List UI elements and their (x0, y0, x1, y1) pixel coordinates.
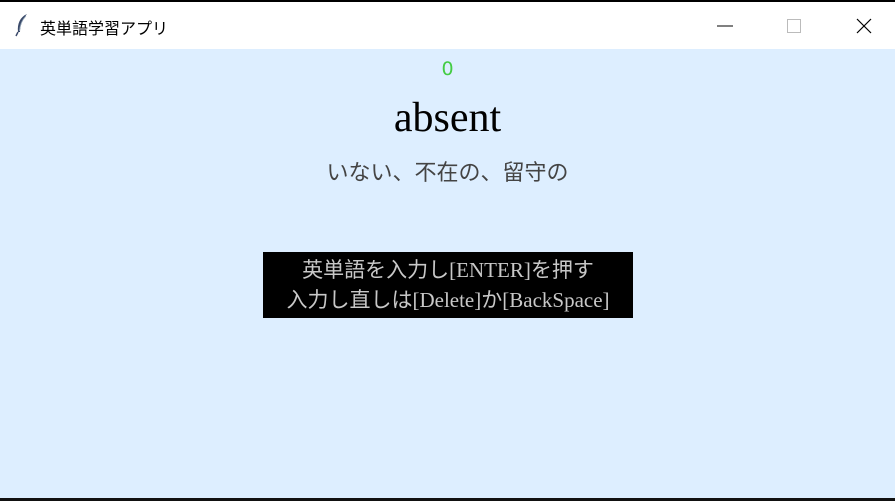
minimize-button[interactable] (702, 2, 748, 49)
maximize-button[interactable] (771, 2, 817, 49)
close-icon (856, 18, 872, 33)
feather-icon (15, 14, 27, 37)
title-bar[interactable]: 英単語学習アプリ (0, 2, 895, 49)
instruction-box: 英単語を入力し[ENTER]を押す 入力し直しは[Delete]か[BackSp… (263, 252, 633, 318)
english-word: absent (393, 95, 502, 141)
maximize-icon (787, 18, 801, 33)
instruction-line-1: 英単語を入力し[ENTER]を押す (302, 258, 594, 282)
window-title: 英単語学習アプリ (40, 19, 169, 38)
app-window: 英単語学習アプリ 0 absent いない、不在の、留守の 英単語を入力し[EN… (0, 2, 895, 498)
close-button[interactable] (841, 2, 887, 49)
quiz-area: 0 absent いない、不在の、留守の 英単語を入力し[ENTER]を押す 入… (0, 49, 895, 498)
japanese-meaning: いない、不在の、留守の (326, 161, 569, 186)
score-counter: 0 (441, 58, 454, 80)
minimize-icon (717, 25, 733, 26)
instruction-line-2: 入力し直しは[Delete]か[BackSpace] (286, 288, 610, 312)
